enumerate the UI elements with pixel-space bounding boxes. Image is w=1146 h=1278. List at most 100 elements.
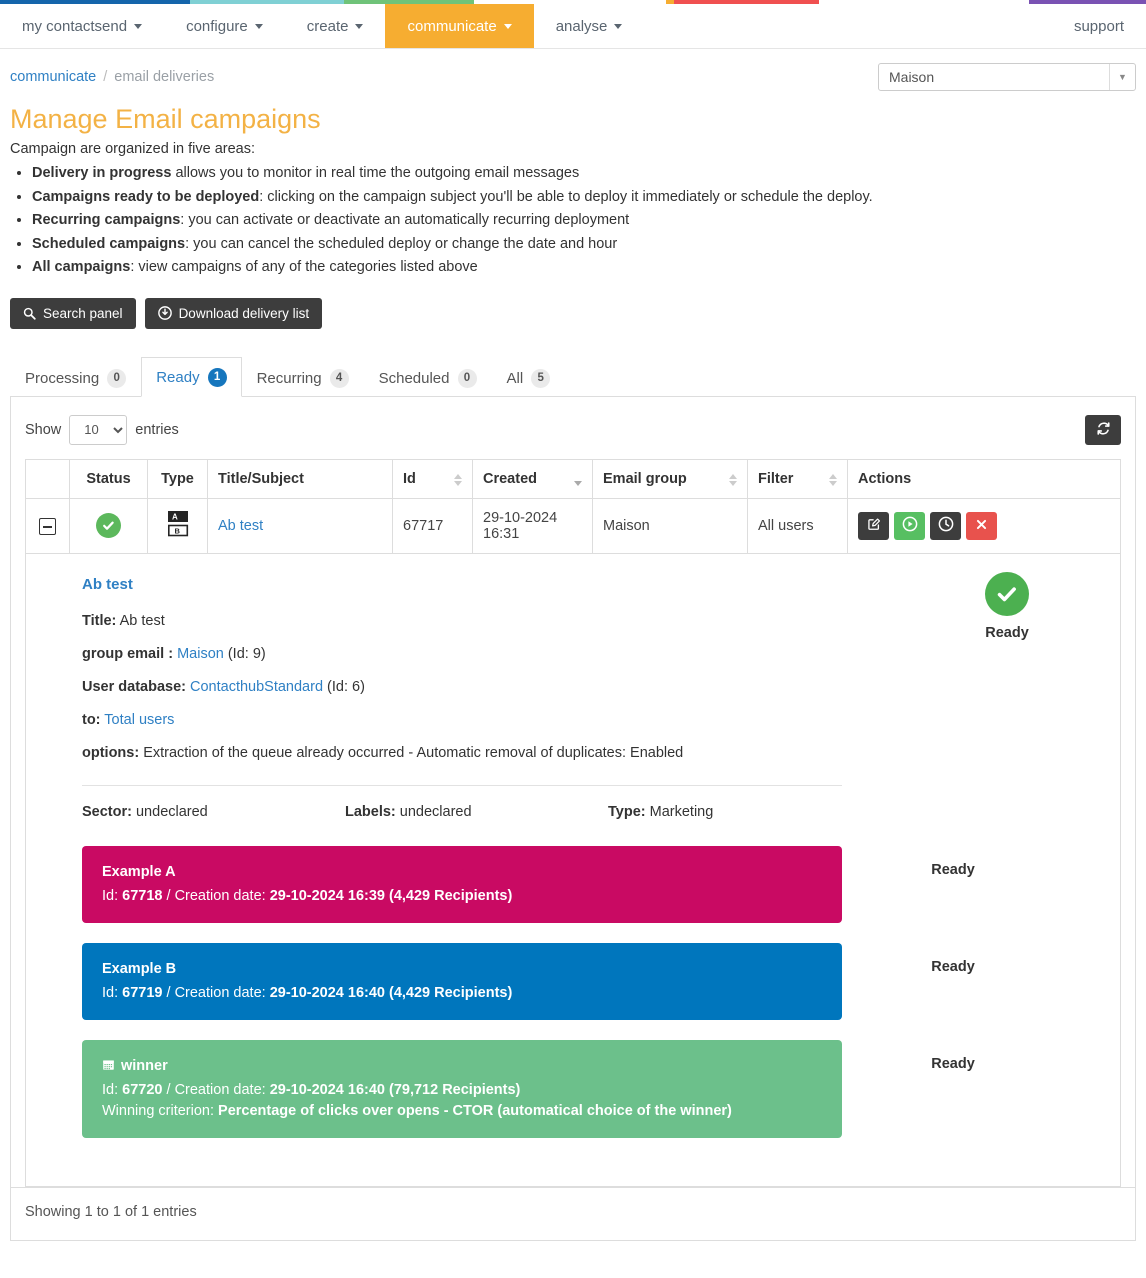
detail-field-label: to: bbox=[82, 711, 101, 728]
th-id[interactable]: Id bbox=[392, 458, 473, 499]
variant-status: Ready bbox=[931, 861, 975, 878]
schedule-button[interactable] bbox=[930, 511, 961, 540]
detail-field-link[interactable]: Total users bbox=[101, 712, 174, 728]
nav-item-create[interactable]: create bbox=[285, 4, 386, 48]
breadcrumb-row: communicate / email deliveries Maison ▼ bbox=[10, 49, 1136, 91]
cell-id: 67717 bbox=[392, 497, 473, 554]
detail-meta-row: Sector: undeclared Labels: undeclared Ty… bbox=[82, 804, 1064, 820]
area-item-description: : you can activate or deactivate an auto… bbox=[180, 212, 630, 228]
variant-date: 29-10-2024 16:40 (79,712 Recipients) bbox=[269, 1081, 521, 1098]
th-email-group[interactable]: Email group bbox=[592, 458, 748, 499]
tab-processing[interactable]: Processing 0 bbox=[10, 358, 141, 397]
tab-ready[interactable]: Ready 1 bbox=[141, 356, 242, 397]
magnifier-icon bbox=[23, 307, 36, 320]
tab-label: Ready bbox=[156, 368, 200, 386]
detail-field-link[interactable]: Maison bbox=[173, 646, 224, 662]
campaign-status-label: Ready bbox=[985, 624, 1029, 641]
email-group-select[interactable]: Maison ▼ bbox=[878, 63, 1136, 91]
meta-labels-label: Labels: bbox=[345, 803, 396, 820]
variant-status: Ready bbox=[931, 1055, 975, 1072]
tab-recurring[interactable]: Recurring 4 bbox=[242, 358, 364, 397]
nav-item-configure[interactable]: configure bbox=[164, 4, 285, 48]
email-group-value: Maison bbox=[889, 69, 935, 85]
variant-name: Example A bbox=[102, 862, 822, 883]
refresh-button[interactable] bbox=[1085, 414, 1121, 445]
meta-sector-value: undeclared bbox=[131, 803, 208, 820]
tab-count-badge: 0 bbox=[107, 368, 127, 388]
svg-text:A: A bbox=[172, 512, 178, 521]
variant-box[interactable]: Example B Id: 67719 / Creation date: 29-1… bbox=[82, 942, 842, 1020]
edit-button[interactable] bbox=[858, 511, 889, 540]
chevron-down-icon bbox=[503, 23, 512, 29]
tab-count-badge: 1 bbox=[207, 367, 227, 387]
nav-label: create bbox=[306, 17, 349, 35]
detail-field-link[interactable]: ContacthubStandard bbox=[186, 679, 323, 695]
tab-label: Processing bbox=[25, 369, 100, 387]
cell-status bbox=[69, 497, 148, 554]
nav-item-communicate[interactable]: communicate bbox=[385, 4, 534, 48]
collapse-minus-icon[interactable] bbox=[39, 518, 56, 536]
campaign-title-link[interactable]: Ab test bbox=[218, 518, 263, 534]
variant-criterion: Winning criterion: Percentage of clicks … bbox=[102, 1101, 822, 1122]
variant-id: 67720 bbox=[122, 1081, 163, 1098]
play-circle-icon bbox=[902, 516, 918, 535]
table-row: A B Ab test 67717 29-10-2024 16:31 Maiso… bbox=[25, 497, 1121, 554]
delete-button[interactable] bbox=[966, 511, 997, 540]
table-controls: Show 102550100 entries bbox=[25, 411, 1121, 459]
detail-field: group email : Maison (Id: 9) bbox=[82, 646, 1064, 662]
breadcrumb-link-communicate[interactable]: communicate bbox=[10, 69, 96, 85]
variant-id: 67718 bbox=[122, 887, 163, 904]
search-panel-label: Search panel bbox=[43, 305, 123, 321]
tab-scheduled[interactable]: Scheduled 0 bbox=[364, 358, 492, 397]
page-body: communicate / email deliveries Maison ▼ Ma… bbox=[0, 49, 1146, 1241]
meta-type-value: Marketing bbox=[645, 803, 714, 820]
detail-field: options: Extraction of the queue already… bbox=[82, 745, 1064, 761]
detail-fields: Title: Ab test group email : Maison (Id: … bbox=[82, 613, 1064, 761]
meta-sector: Sector: undeclared bbox=[82, 804, 345, 820]
variant-box[interactable]: Example A Id: 67718 / Creation date: 29-1… bbox=[82, 845, 842, 923]
area-list-item: Scheduled campaigns: you can cancel the … bbox=[32, 234, 1136, 255]
variant-name: winner bbox=[102, 1056, 822, 1077]
ab-test-icon: A B bbox=[161, 509, 195, 543]
table-head: Status Type Title/Subject Id Created Ema… bbox=[25, 458, 1121, 499]
tab-all[interactable]: All 5 bbox=[492, 358, 566, 397]
nav-label: configure bbox=[186, 17, 248, 35]
variant-id: 67719 bbox=[122, 984, 163, 1001]
meta-type-label: Type: bbox=[608, 803, 646, 820]
cell-filter: All users bbox=[747, 497, 848, 554]
th-created[interactable]: Created bbox=[472, 458, 593, 499]
variant-name: Example B bbox=[102, 959, 822, 980]
detail-field-label: group email : bbox=[82, 645, 174, 662]
check-circle-icon bbox=[96, 513, 121, 538]
nav-item-analyse[interactable]: analyse bbox=[534, 4, 645, 48]
page-size-select[interactable]: 102550100 bbox=[69, 414, 128, 445]
variant-meta: Id: 67719 / Creation date: 29-10-2024 16… bbox=[102, 983, 822, 1004]
download-delivery-list-button[interactable]: Download delivery list bbox=[144, 297, 323, 329]
chevron-down-icon bbox=[355, 23, 364, 29]
variant-date-label: / Creation date: bbox=[162, 887, 270, 904]
detail-field: User database: ContacthubStandard (Id: 6… bbox=[82, 679, 1064, 695]
variant-date-label: / Creation date: bbox=[162, 984, 270, 1001]
th-title-subject: Title/Subject bbox=[207, 458, 393, 499]
calendar-icon bbox=[102, 1058, 115, 1074]
area-item-description: : view campaigns of any of the categorie… bbox=[130, 259, 478, 275]
detail-field-label: User database: bbox=[82, 678, 186, 695]
campaign-detail-panel: Ab test Title: Ab test group email : Mais… bbox=[26, 553, 1120, 1186]
nav-item-my-contactsend[interactable]: my contactsend bbox=[0, 4, 164, 48]
search-panel-button[interactable]: Search panel bbox=[10, 297, 136, 329]
detail-row: Ab test Title: Ab test group email : Mais… bbox=[25, 553, 1121, 1187]
breadcrumb-current: email deliveries bbox=[114, 69, 215, 85]
nav-label: communicate bbox=[407, 17, 497, 35]
nav-item-support[interactable]: support bbox=[1052, 4, 1146, 48]
area-item-term: Recurring campaigns bbox=[32, 212, 181, 228]
variant-name-text: Example B bbox=[102, 960, 177, 977]
variant-box[interactable]: winner Id: 67720 / Creation date: 29-10-2… bbox=[82, 1039, 842, 1138]
area-item-description: : you can cancel the scheduled deploy or… bbox=[185, 235, 618, 252]
nav-label: analyse bbox=[555, 17, 608, 35]
cell-expander bbox=[25, 497, 70, 554]
variant-date: 29-10-2024 16:40 (4,429 Recipients) bbox=[269, 984, 513, 1001]
variant-criterion-label: Winning criterion: bbox=[102, 1102, 219, 1119]
deploy-button[interactable] bbox=[894, 511, 925, 540]
entries-label: entries bbox=[135, 421, 179, 438]
th-filter[interactable]: Filter bbox=[747, 458, 848, 499]
